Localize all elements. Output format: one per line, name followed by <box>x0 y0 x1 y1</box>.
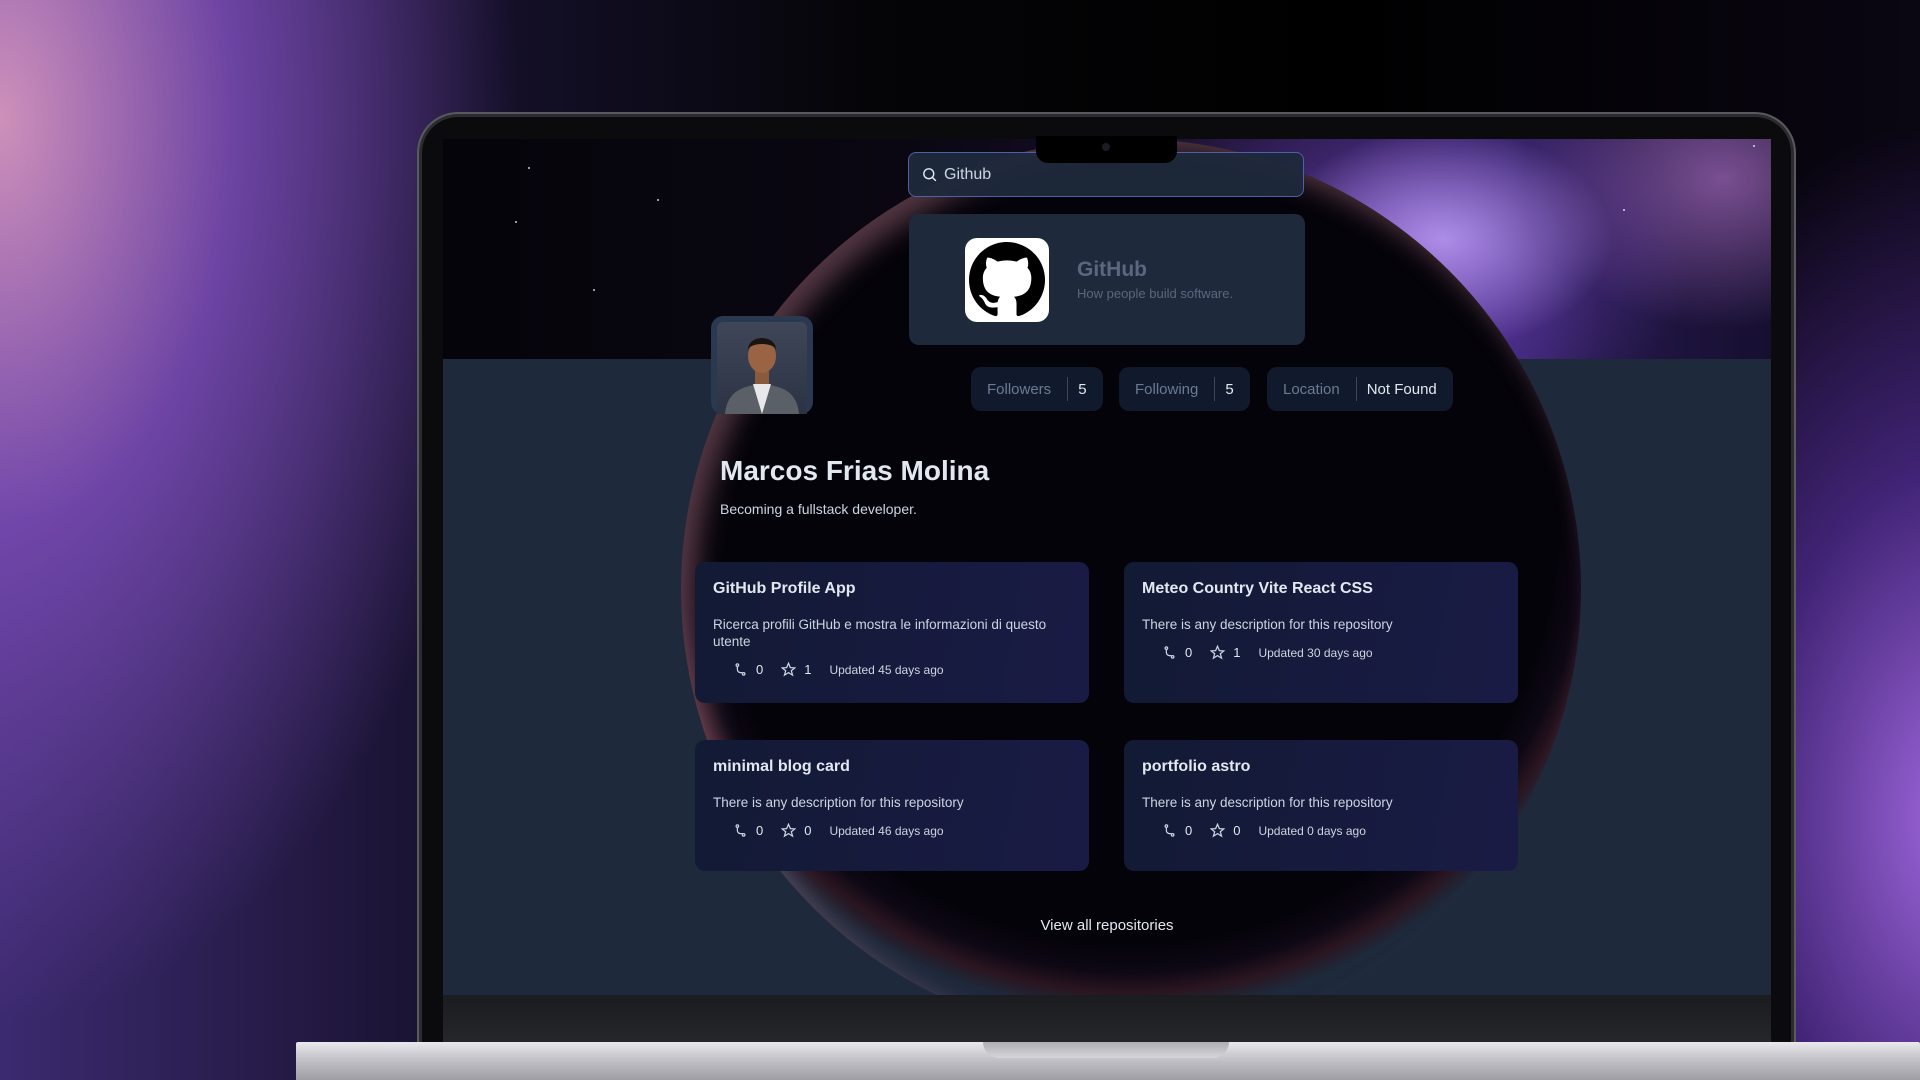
search-result-tagline: How people build software. <box>1077 286 1234 301</box>
repo-meta: 0 0 Updated 0 days ago <box>1142 823 1500 838</box>
avatar-person-icon <box>725 338 799 414</box>
repo-card[interactable]: minimal blog card There is any descripti… <box>695 740 1089 871</box>
fork-count: 0 <box>1185 645 1193 660</box>
repo-title: Meteo Country Vite React CSS <box>1142 580 1373 597</box>
view-all-repositories-link[interactable]: View all repositories <box>443 917 1771 934</box>
banner-star <box>528 167 530 169</box>
star-count: 1 <box>1233 645 1241 660</box>
github-logo-icon <box>965 237 1049 322</box>
repo-title: portfolio astro <box>1142 758 1251 775</box>
laptop-chin <box>443 995 1771 1045</box>
repo-meta: 0 0 Updated 46 days ago <box>713 823 1071 838</box>
star-count: 0 <box>804 823 812 838</box>
following-label: Following <box>1135 380 1199 398</box>
fork-count: 0 <box>1185 823 1193 838</box>
followers-stat: Followers 5 <box>971 367 1103 411</box>
search-result-card[interactable]: GitHub How people build software. <box>909 214 1305 345</box>
banner-star <box>1623 209 1625 211</box>
star-count: 1 <box>804 662 812 677</box>
repo-meta: 0 1 Updated 45 days ago <box>713 662 1071 677</box>
profile-name: Marcos Frias Molina <box>720 455 990 486</box>
repo-updated: Updated 30 days ago <box>1258 645 1373 660</box>
followers-label: Followers <box>987 380 1052 398</box>
app-screen: GitHub How people build software. Follow… <box>443 139 1771 995</box>
star-count: 0 <box>1233 823 1241 838</box>
search-input[interactable] <box>944 165 1284 184</box>
fork-count: 0 <box>756 823 764 838</box>
repo-description: There is any description for this reposi… <box>713 795 964 810</box>
fork-count: 0 <box>756 662 764 677</box>
repo-description: Ricerca profili GitHub e mostra le infor… <box>713 617 1047 649</box>
following-value: 5 <box>1225 380 1234 398</box>
star-icon <box>781 823 797 838</box>
banner-star <box>1753 145 1755 147</box>
repo-card[interactable]: Meteo Country Vite React CSS There is an… <box>1124 562 1518 703</box>
repo-meta: 0 1 Updated 30 days ago <box>1142 645 1500 660</box>
avatar <box>711 316 813 414</box>
repo-updated: Updated 46 days ago <box>829 823 944 838</box>
repo-description: There is any description for this reposi… <box>1142 795 1393 810</box>
banner-star <box>657 199 659 201</box>
banner-star <box>515 221 517 223</box>
star-icon <box>1210 823 1226 838</box>
search-result-name: GitHub <box>1077 258 1147 281</box>
github-logo-icon-svg <box>969 241 1045 316</box>
repo-updated: Updated 0 days ago <box>1258 823 1366 838</box>
avatar-photo <box>717 322 807 414</box>
repo-title: GitHub Profile App <box>713 580 856 597</box>
banner-star <box>593 289 595 291</box>
search-icon <box>923 168 937 182</box>
fork-icon <box>1164 824 1175 837</box>
followers-value: 5 <box>1078 380 1087 398</box>
camera-notch <box>1036 136 1177 163</box>
star-icon <box>1210 645 1226 660</box>
camera-icon <box>1102 143 1110 151</box>
location-value: Not Found <box>1366 380 1437 398</box>
following-stat: Following 5 <box>1119 367 1250 411</box>
repo-card[interactable]: portfolio astro There is any description… <box>1124 740 1518 871</box>
repo-updated: Updated 45 days ago <box>829 662 944 677</box>
laptop-base-groove <box>983 1042 1229 1058</box>
fork-icon <box>735 663 746 676</box>
location-stat: Location Not Found <box>1267 367 1453 411</box>
profile-bio: Becoming a fullstack developer. <box>720 501 917 517</box>
star-icon <box>781 662 797 677</box>
repo-card[interactable]: GitHub Profile App Ricerca profili GitHu… <box>695 562 1089 703</box>
fork-icon <box>735 824 746 837</box>
repo-description: There is any description for this reposi… <box>1142 617 1393 632</box>
location-label: Location <box>1283 380 1340 398</box>
repo-title: minimal blog card <box>713 758 850 775</box>
fork-icon <box>1164 646 1175 659</box>
